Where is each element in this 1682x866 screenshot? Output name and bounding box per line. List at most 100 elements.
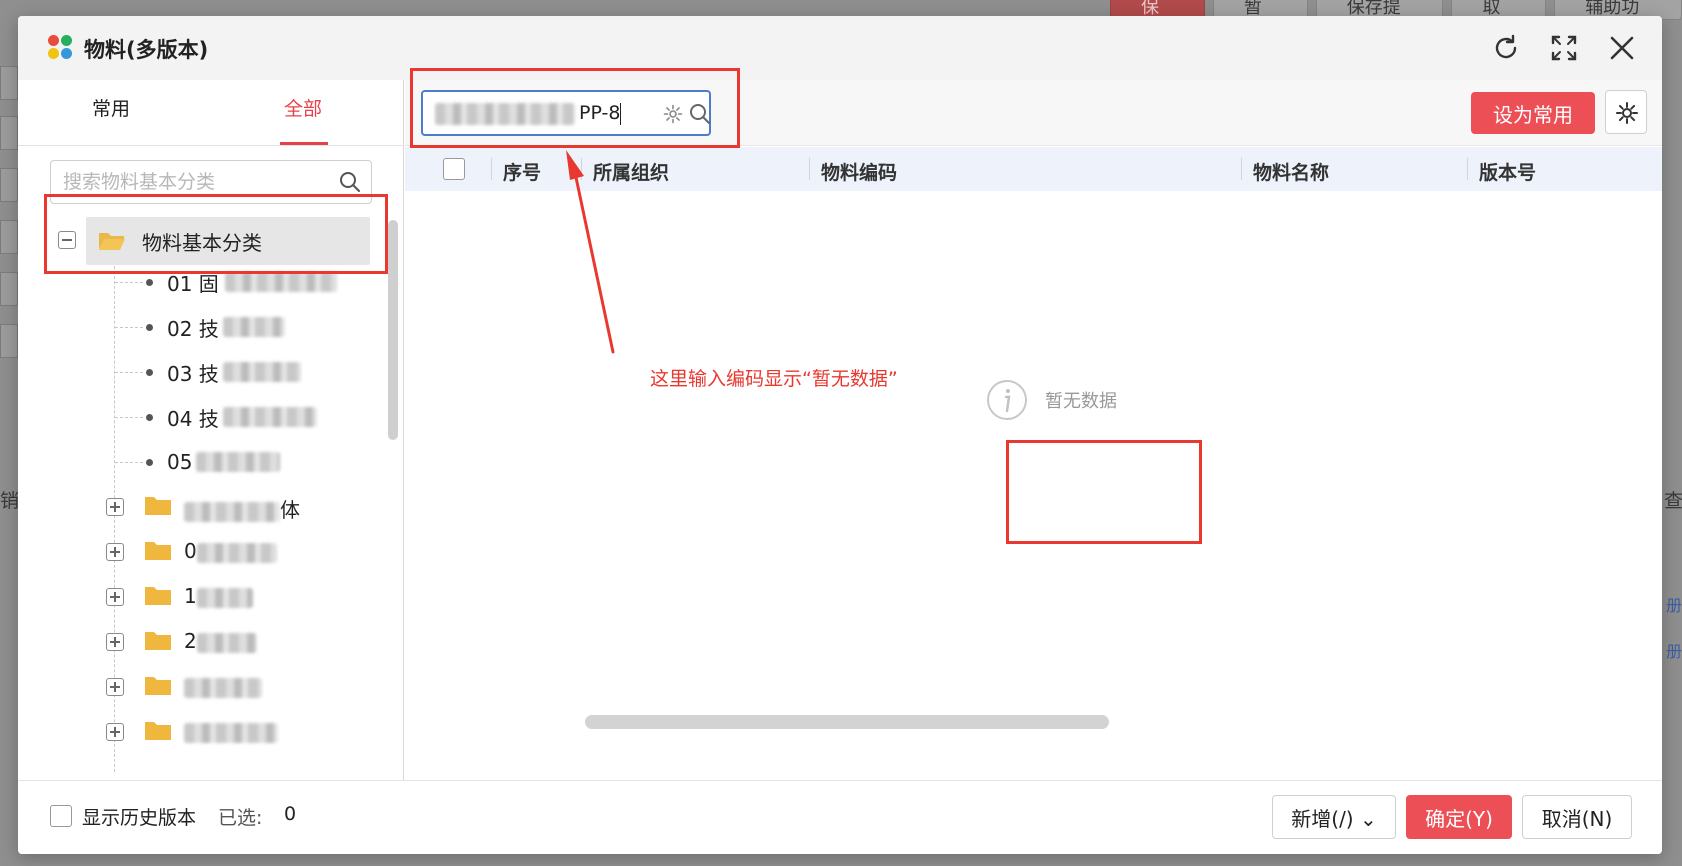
search-icon[interactable] bbox=[689, 103, 711, 125]
active-tab-indicator bbox=[280, 142, 328, 145]
tree-guide-line bbox=[115, 372, 143, 373]
expand-toggle-icon[interactable] bbox=[106, 678, 124, 696]
tree-folder-label: 1 bbox=[184, 584, 197, 608]
collapse-toggle-icon[interactable] bbox=[58, 231, 76, 249]
add-button-label: 新增(/) bbox=[1291, 806, 1354, 831]
category-search-input[interactable] bbox=[63, 161, 333, 203]
selected-count: 0 bbox=[284, 803, 297, 825]
bullet-icon bbox=[146, 458, 153, 466]
column-separator bbox=[1241, 158, 1242, 180]
bg-field bbox=[0, 66, 18, 100]
material-code-search-value[interactable]: PP-8 bbox=[435, 102, 622, 125]
tree-leaf-label: 05 bbox=[167, 450, 193, 474]
redacted-text bbox=[196, 632, 257, 653]
tree-leaf-label: 02 技 bbox=[167, 316, 219, 341]
expand-toggle-icon[interactable] bbox=[106, 498, 124, 516]
tree-guide-line bbox=[114, 266, 115, 772]
tab-common[interactable]: 常用 bbox=[92, 94, 130, 121]
tree-leaf-label: 03 技 bbox=[167, 361, 219, 386]
material-dialog: 物料(多版本) 常用 全部 物料基本分类 bbox=[18, 16, 1662, 854]
tree-leaf[interactable]: 02 技 bbox=[146, 312, 285, 342]
col-header-code[interactable]: 物料编码 bbox=[821, 158, 897, 185]
folder-icon bbox=[145, 677, 171, 695]
tree-leaf[interactable]: 01 固 bbox=[146, 267, 337, 297]
category-panel: 常用 全部 物料基本分类 01 固 02 技 03 技 04 技 05 bbox=[18, 80, 404, 780]
close-icon[interactable] bbox=[1606, 32, 1638, 64]
bg-side-text: 查 bbox=[1664, 490, 1682, 512]
bullet-icon bbox=[146, 278, 153, 286]
redacted-text bbox=[196, 542, 277, 563]
folder-icon bbox=[145, 632, 171, 650]
search-settings-icon[interactable] bbox=[663, 104, 683, 124]
cancel-button[interactable]: 取消(N) bbox=[1522, 795, 1632, 839]
tree-leaf[interactable]: 05 bbox=[146, 447, 281, 477]
fullscreen-icon[interactable] bbox=[1548, 32, 1580, 64]
bullet-icon bbox=[146, 368, 153, 376]
dialog-title: 物料(多版本) bbox=[84, 38, 209, 62]
redacted-text bbox=[196, 452, 281, 472]
tree-leaf-label: 01 固 bbox=[167, 271, 219, 296]
folder-icon bbox=[145, 497, 171, 515]
bullet-icon bbox=[146, 323, 153, 331]
column-separator bbox=[1467, 158, 1468, 180]
bg-field bbox=[0, 116, 18, 150]
tree-leaf[interactable]: 03 技 bbox=[146, 357, 301, 387]
material-code-search[interactable]: PP-8 bbox=[421, 90, 711, 136]
show-history-checkbox[interactable] bbox=[50, 805, 72, 827]
app-logo-icon bbox=[48, 35, 74, 61]
folder-icon bbox=[145, 542, 171, 560]
bg-field bbox=[0, 272, 18, 306]
tree-leaf[interactable]: 04 技 bbox=[146, 402, 317, 432]
gear-icon bbox=[1616, 102, 1638, 124]
search-icon[interactable] bbox=[339, 171, 361, 193]
expand-toggle-icon[interactable] bbox=[106, 633, 124, 651]
bg-side-link: 册 bbox=[1666, 642, 1682, 661]
redacted-text bbox=[435, 102, 575, 125]
redacted-text bbox=[222, 362, 301, 382]
refresh-icon[interactable] bbox=[1490, 32, 1522, 64]
expand-toggle-icon[interactable] bbox=[106, 588, 124, 606]
col-header-name[interactable]: 物料名称 bbox=[1253, 158, 1329, 185]
list-toolbar: PP-8 设为常用 bbox=[405, 80, 1662, 146]
expand-toggle-icon[interactable] bbox=[106, 543, 124, 561]
empty-state-text: 暂无数据 bbox=[1045, 391, 1117, 412]
bullet-icon bbox=[146, 413, 153, 421]
tree-guide-line bbox=[115, 417, 143, 418]
category-tree: 物料基本分类 01 固 02 技 03 技 04 技 05 体 0 1 2 bbox=[18, 216, 398, 780]
folder-icon bbox=[145, 722, 171, 740]
annotation-arrow-icon bbox=[566, 150, 615, 354]
redacted-text bbox=[222, 317, 285, 337]
column-settings-button[interactable] bbox=[1605, 90, 1647, 134]
set-common-button[interactable]: 设为常用 bbox=[1471, 92, 1595, 134]
col-header-index[interactable]: 序号 bbox=[503, 158, 541, 185]
dialog-header: 物料(多版本) bbox=[18, 16, 1662, 80]
expand-toggle-icon[interactable] bbox=[106, 723, 124, 741]
tree-leaf-label: 04 技 bbox=[167, 406, 219, 431]
empty-state: 暂无数据 bbox=[985, 370, 1117, 430]
tree-scrollbar[interactable] bbox=[388, 220, 398, 440]
confirm-button[interactable]: 确定(Y) bbox=[1406, 795, 1512, 839]
redacted-text bbox=[184, 677, 262, 698]
column-separator bbox=[809, 158, 810, 180]
tree-folder-label: 0 bbox=[184, 539, 197, 563]
annotation-note: 这里输入编码显示“暂无数据” bbox=[650, 368, 898, 390]
tree-folder-label: 2 bbox=[184, 629, 197, 653]
redacted-text bbox=[184, 501, 280, 522]
grid-horizontal-scrollbar[interactable] bbox=[585, 715, 1109, 729]
tab-all[interactable]: 全部 bbox=[284, 94, 322, 121]
col-header-version[interactable]: 版本号 bbox=[1479, 158, 1536, 185]
selected-label: 已选: bbox=[218, 807, 263, 829]
tree-guide-line bbox=[115, 327, 143, 328]
bg-field bbox=[0, 324, 18, 358]
show-history-label[interactable]: 显示历史版本 bbox=[82, 803, 196, 830]
select-all-checkbox[interactable] bbox=[443, 158, 465, 180]
redacted-text bbox=[222, 407, 317, 427]
bg-side-link: 册 bbox=[1666, 596, 1682, 615]
search-value-text: PP-8 bbox=[579, 102, 621, 124]
bg-side-text: 销 bbox=[0, 490, 20, 512]
redacted-text bbox=[184, 722, 278, 743]
column-separator bbox=[491, 158, 492, 180]
bg-field bbox=[0, 220, 18, 254]
tree-folder-label: 体 bbox=[280, 498, 300, 522]
add-dropdown-button[interactable]: 新增(/) ⌄ bbox=[1272, 795, 1396, 839]
